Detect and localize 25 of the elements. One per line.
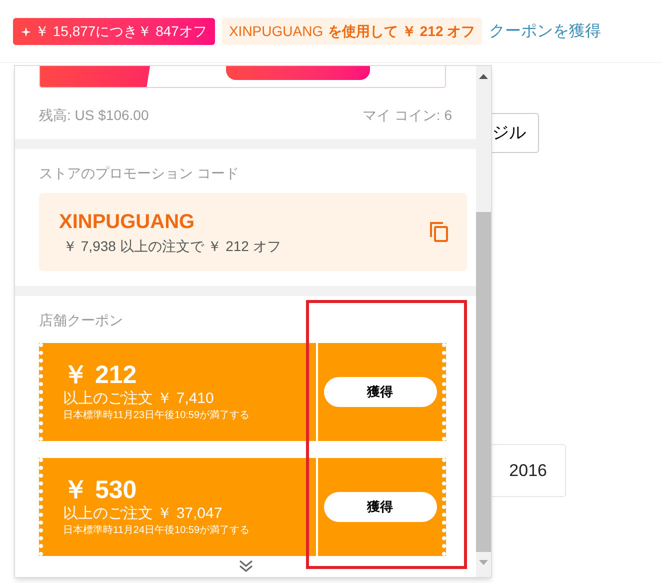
get-coupon-button[interactable]: 獲得 bbox=[324, 492, 436, 522]
balance-text: 残高: US $106.00 bbox=[39, 106, 149, 125]
coupon-minimum: 以上のご注文 ￥ 7,410 bbox=[63, 390, 215, 408]
section-title: 店舗クーポン bbox=[39, 311, 124, 326]
coins-text: マイ コイン: 6 bbox=[362, 106, 452, 125]
copy-icon[interactable] bbox=[429, 221, 449, 243]
badge-discount: を使用して ￥ 212 オフ bbox=[328, 22, 476, 41]
coupon-expiry: 日本標準時11月24日午後10:59が満了する bbox=[63, 524, 251, 538]
scrollbar[interactable] bbox=[476, 66, 491, 577]
get-coupon-link[interactable]: クーポンを獲得 bbox=[489, 18, 602, 45]
sparkle-icon bbox=[21, 26, 31, 36]
coupon-expiry: 日本標準時11月23日午後10:59が満了する bbox=[63, 408, 251, 423]
expand-more-icon[interactable] bbox=[238, 559, 254, 573]
scroll-up-icon[interactable] bbox=[479, 74, 488, 79]
section-title: ストアのプロモーション コード bbox=[39, 164, 240, 183]
scrollbar-thumb[interactable] bbox=[476, 212, 491, 552]
coupon-amount: ￥ 212 bbox=[63, 360, 138, 390]
coupon-minimum: 以上のご注文 ￥ 37,047 bbox=[63, 505, 224, 523]
promo-text: ￥ 15,877につき￥ 847オフ bbox=[35, 22, 207, 41]
get-coupon-button[interactable]: 獲得 bbox=[324, 377, 436, 407]
badge-code: XINPUGUANG bbox=[228, 22, 324, 41]
promo-code: XINPUGUANG bbox=[59, 210, 196, 234]
coupon-amount: ￥ 530 bbox=[63, 475, 138, 505]
scroll-down-icon[interactable] bbox=[479, 560, 488, 565]
promo-condition: ￥ 7,938 以上の注文で ￥ 212 オフ bbox=[62, 236, 281, 256]
